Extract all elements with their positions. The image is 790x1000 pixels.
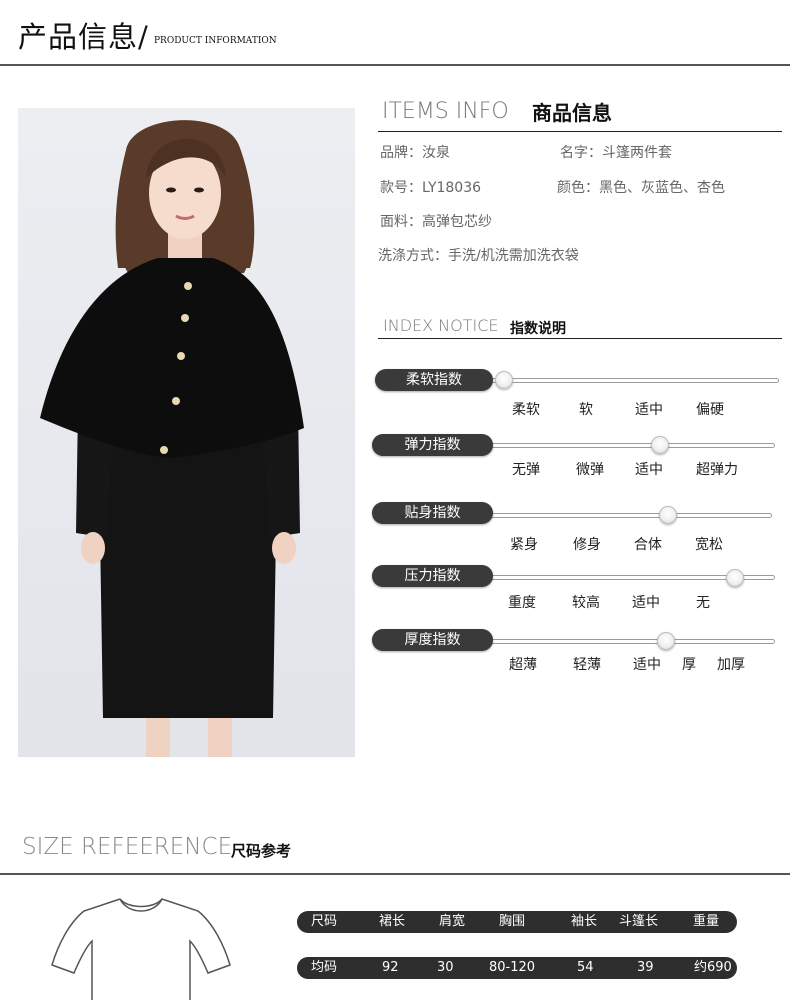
fit-knob [659,506,678,524]
size-cell: 80-120 [489,960,536,975]
softness-track [486,378,779,383]
product-photo [18,108,355,757]
pressure-label: 压力指数 [372,565,493,587]
size-cell: 约690 [694,960,732,975]
page-title: 产品信息/ [18,20,149,54]
elasticity-option: 超弹力 [696,462,738,478]
items-info-rule [378,131,782,132]
elasticity-option: 无弹 [512,462,540,478]
thickness-option: 适中 [633,657,661,673]
index-notice-rule [378,338,782,339]
thickness-option: 厚 [682,657,696,673]
size-divider [0,873,790,875]
softness-option: 软 [579,402,593,418]
items-info-title-cn: 商品信息 [532,101,612,125]
index-notice-title-cn: 指数说明 [510,321,566,337]
fit-option: 合体 [634,537,662,553]
softness-label: 柔软指数 [375,369,493,391]
softness-option: 适中 [635,402,663,418]
items-info-title-en: ITEMS INFO [382,99,509,124]
thickness-knob [656,632,675,650]
index-notice-title-en: INDEX NOTICE [383,316,499,335]
softness-option: 柔软 [512,402,540,418]
softness-option: 偏硬 [696,402,724,418]
fit-option: 宽松 [695,537,723,553]
pressure-option: 重度 [508,595,536,611]
brand-text: 品牌：汝泉 [380,145,450,161]
size-cell: 39 [637,960,654,975]
model-text: 款号：LY18036 [380,180,482,196]
size-cell: 均码 [311,960,338,975]
size-cell: 30 [437,960,454,975]
size-title-en: SIZE REFEERENCE [22,834,233,860]
thickness-track [486,639,775,644]
size-header-cell: 裙长 [379,914,406,929]
pressure-knob [725,569,744,587]
size-header-cell: 重量 [693,914,720,929]
pressure-option: 无 [696,595,710,611]
page-title-en: PRODUCT INFORMATION [154,36,277,46]
size-header-cell: 袖长 [571,914,598,929]
header-divider [0,64,790,66]
size-header-cell: 斗篷长 [619,914,659,929]
thickness-option: 超薄 [509,657,537,673]
size-header-cell: 尺码 [311,914,338,929]
colors-text: 颜色：黑色、灰蓝色、杏色 [557,180,725,196]
pressure-option: 适中 [632,595,660,611]
elasticity-option: 微弹 [576,462,604,478]
thickness-option: 加厚 [717,657,745,673]
pressure-option: 较高 [572,595,600,611]
thickness-label: 厚度指数 [372,629,493,651]
elasticity-knob [650,436,669,454]
thickness-option: 轻薄 [573,657,601,673]
size-title-cn: 尺码参考 [231,842,292,860]
size-header-cell: 胸围 [499,914,526,929]
fabric-text: 面料：高弹包芯纱 [380,214,492,230]
size-header-cell: 肩宽 [439,914,466,929]
model-illustration [40,120,304,757]
fit-option: 修身 [573,537,601,553]
size-cell: 54 [577,960,594,975]
fit-label: 贴身指数 [372,502,493,524]
washing-text: 洗涤方式：手洗/机洗需加洗衣袋 [378,248,579,264]
size-cell: 92 [382,960,399,975]
fit-track [486,513,772,518]
elasticity-track [486,443,775,448]
elasticity-label: 弹力指数 [372,434,493,456]
garment-outline-icon [51,898,231,1000]
elasticity-option: 适中 [635,462,663,478]
name-text: 名字：斗篷两件套 [560,145,672,161]
fit-option: 紧身 [510,537,538,553]
softness-knob [494,371,513,389]
